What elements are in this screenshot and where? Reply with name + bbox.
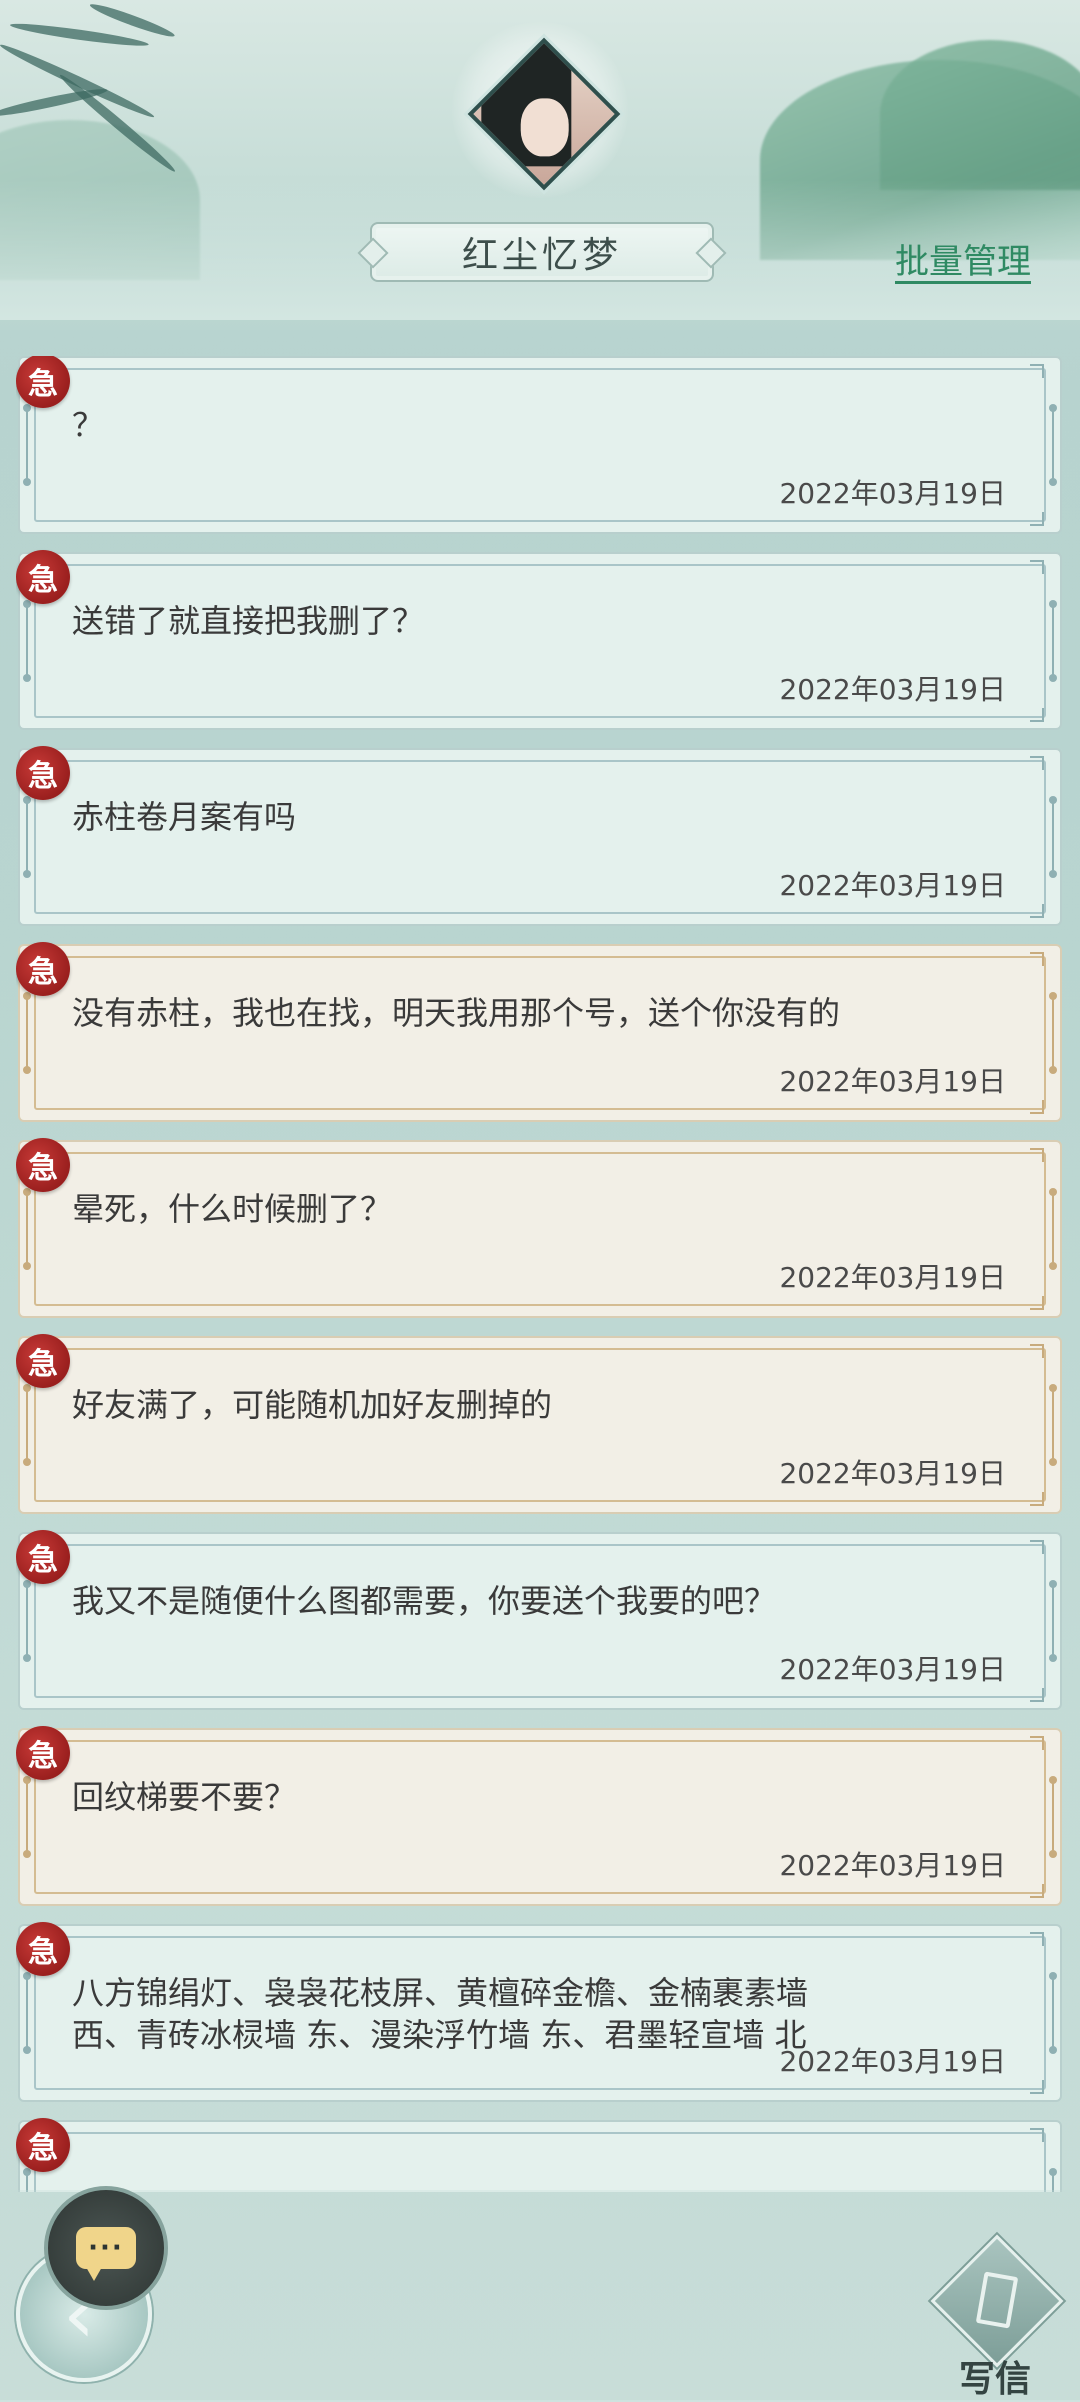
message-card[interactable]: 急好友满了，可能随机加好友删掉的 2022年03月19日 bbox=[16, 1334, 1062, 1514]
message-date: 2022年03月19日 bbox=[779, 1065, 1006, 1098]
urgent-seal-icon: 急 bbox=[16, 1922, 70, 1976]
message-list[interactable]: 急？ 2022年03月19日急送错了就直接把我删了？ 2022年03月19日急赤柱卷… bbox=[16, 356, 1064, 2192]
message-card[interactable]: 急没有赤柱，我也在找，明天我用那个号，送个你没有的 2022年03月19日 bbox=[16, 942, 1062, 1122]
message-text: 送错了就直接把我删了？ bbox=[72, 602, 425, 640]
message-card[interactable]: 急送错了就直接把我删了？ 2022年03月19日 bbox=[16, 550, 1062, 730]
message-text: 没有赤柱，我也在找，明天我用那个号，送个你没有的 bbox=[72, 994, 841, 1032]
batch-manage-link[interactable]: 批量管理 bbox=[895, 234, 1031, 283]
message-text: ？ bbox=[72, 406, 105, 444]
message-date: 2022年03月19日 bbox=[779, 1849, 1006, 1882]
message-card[interactable]: 急？ 2022年03月19日 bbox=[16, 356, 1062, 534]
message-date: 2022年03月19日 bbox=[779, 869, 1006, 902]
write-letter-button[interactable]: 写信 bbox=[930, 2234, 1064, 2400]
message-card[interactable]: 急晕死，什么时候删了？ 2022年03月19日 bbox=[16, 1138, 1062, 1318]
message-card[interactable]: 急 bbox=[16, 2118, 1062, 2192]
message-text: 晕死，什么时候删了？ bbox=[72, 1190, 393, 1228]
message-card[interactable]: 急赤柱卷月案有吗 2022年03月19日 bbox=[16, 746, 1062, 926]
message-text: 回纹梯要不要？ bbox=[72, 1778, 297, 1816]
message-date: 2022年03月19日 bbox=[779, 1261, 1006, 1294]
page-title: 红尘忆梦 bbox=[461, 235, 622, 276]
message-date: 2022年03月19日 bbox=[779, 477, 1006, 510]
message-date: 2022年03月19日 bbox=[779, 1653, 1006, 1686]
message-text: 赤柱卷月案有吗 bbox=[72, 798, 297, 836]
chat-bubble-icon: ··· bbox=[76, 2227, 136, 2281]
message-card[interactable]: 急回纹梯要不要？ 2022年03月19日 bbox=[16, 1726, 1062, 1906]
message-date: 2022年03月19日 bbox=[779, 2045, 1006, 2078]
urgent-seal-icon: 急 bbox=[16, 356, 70, 408]
urgent-seal-icon: 急 bbox=[16, 550, 70, 604]
message-card[interactable]: 急我又不是随便什么图都需要，你要送个我要的吧？ 2022年03月19日 bbox=[16, 1530, 1062, 1710]
urgent-seal-icon: 急 bbox=[16, 1530, 70, 1584]
chat-button[interactable]: ··· bbox=[44, 2186, 168, 2310]
message-card[interactable]: 急八方锦绢灯、袅袅花枝屏、黄檀碎金檐、金楠裹素墙 西、青砖冰棂墙 东、漫染浮竹墙… bbox=[16, 1922, 1062, 2102]
urgent-seal-icon: 急 bbox=[16, 746, 70, 800]
urgent-seal-icon: 急 bbox=[16, 2118, 70, 2172]
contact-avatar[interactable] bbox=[452, 22, 628, 198]
urgent-seal-icon: 急 bbox=[16, 1726, 70, 1780]
write-letter-label: 写信 bbox=[958, 2359, 1031, 2400]
urgent-seal-icon: 急 bbox=[16, 1138, 70, 1192]
urgent-seal-icon: 急 bbox=[16, 1334, 70, 1388]
page-title-banner: 红尘忆梦 bbox=[370, 222, 714, 282]
message-date: 2022年03月19日 bbox=[779, 673, 1006, 706]
message-text: 好友满了，可能随机加好友删掉的 bbox=[72, 1386, 553, 1424]
message-text: 我又不是随便什么图都需要，你要送个我要的吧？ bbox=[72, 1582, 777, 1620]
message-date: 2022年03月19日 bbox=[779, 1457, 1006, 1490]
urgent-seal-icon: 急 bbox=[16, 942, 70, 996]
